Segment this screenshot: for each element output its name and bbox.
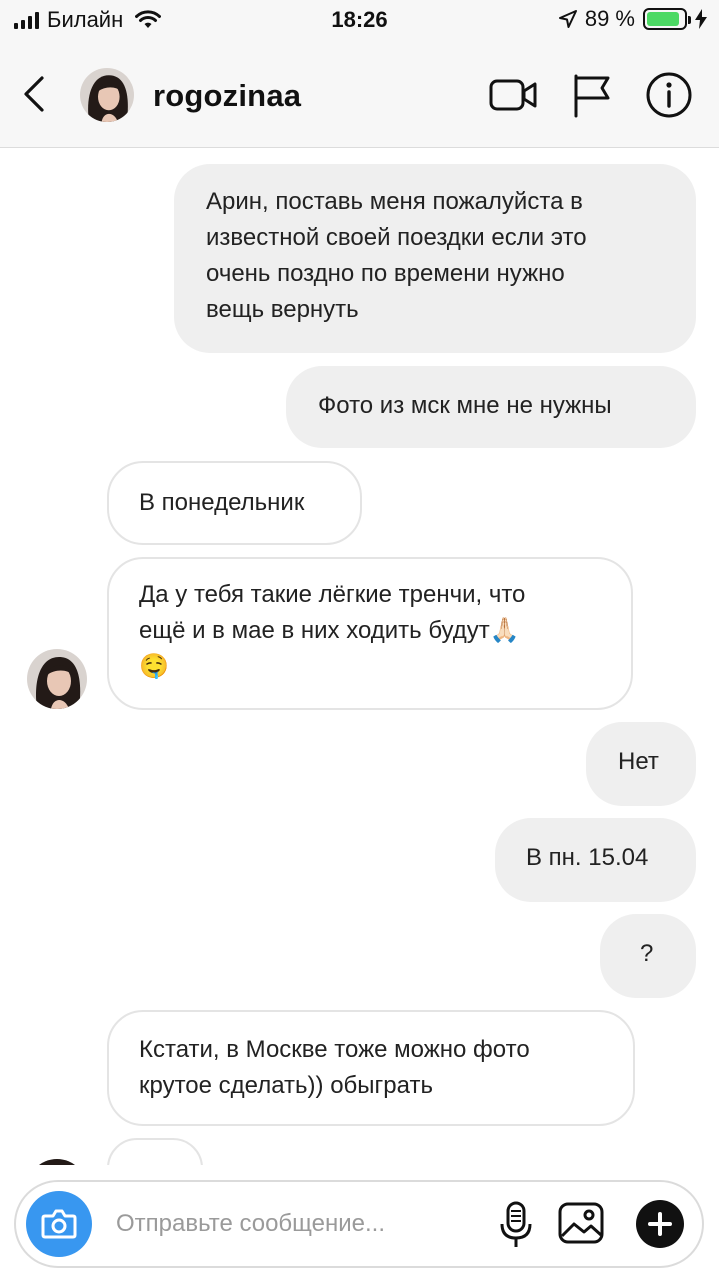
info-icon[interactable] — [644, 70, 694, 120]
chat-header: rogozinaa — [0, 40, 719, 148]
message-bubble[interactable]: Арин, поставь меня пожалуйста в известно… — [174, 164, 696, 353]
message-bubble[interactable]: Нет — [586, 722, 696, 806]
message-line: Арин, поставь меня пожалуйста в — [206, 188, 583, 215]
message-line: 🤤 — [139, 653, 169, 680]
message-input[interactable] — [116, 1206, 456, 1242]
camera-icon — [41, 1209, 77, 1239]
message-line: ещё и в мае в них ходить будут🙏🏻 — [139, 617, 520, 644]
message-line: вещь вернуть — [206, 296, 359, 323]
avatar[interactable] — [80, 68, 134, 122]
message-bubble[interactable]: Фото из мск мне не нужны — [286, 366, 696, 448]
message-thread[interactable]: Арин, поставь меня пожалуйста в известно… — [0, 149, 719, 1165]
message-line: Кстати, в Москве тоже можно фото — [139, 1036, 530, 1063]
message-bubble[interactable]: В понедельник — [107, 461, 362, 545]
message-line: известной своей поездки если это — [206, 224, 587, 251]
battery-icon — [643, 8, 691, 30]
microphone-icon[interactable] — [494, 1200, 538, 1250]
avatar[interactable] — [27, 649, 87, 709]
message-composer — [14, 1180, 704, 1268]
back-icon[interactable] — [18, 74, 52, 114]
message-bubble[interactable]: ? — [600, 914, 696, 998]
battery-percent: 89 % — [584, 6, 635, 31]
message-line: В понедельник — [139, 489, 305, 516]
plus-icon — [648, 1212, 672, 1236]
message-line: Фото из мск мне не нужны — [318, 392, 612, 419]
location-arrow-icon — [558, 10, 577, 28]
message-bubble-partial[interactable] — [107, 1138, 203, 1165]
status-right: 89 % — [558, 6, 707, 32]
message-line: крутое сделать)) обыграть — [139, 1072, 433, 1099]
gallery-icon[interactable] — [556, 1198, 606, 1248]
add-button[interactable] — [636, 1200, 684, 1248]
battery-level — [647, 12, 680, 26]
avatar — [27, 1159, 87, 1165]
message-line: В пн. 15.04 — [526, 844, 649, 871]
message-line: Да у тебя такие лёгкие тренчи, что — [139, 581, 526, 608]
video-call-icon[interactable] — [488, 70, 538, 120]
message-line: очень поздно по времени нужно — [206, 260, 565, 287]
camera-button[interactable] — [26, 1191, 92, 1257]
message-bubble[interactable]: Да у тебя такие лёгкие тренчи, что ещё и… — [107, 557, 633, 710]
chat-username[interactable]: rogozinaa — [153, 78, 301, 114]
message-bubble[interactable]: В пн. 15.04 — [495, 818, 696, 902]
flag-icon[interactable] — [568, 70, 618, 120]
message-line: ? — [640, 940, 654, 967]
status-bar: Билайн 18:26 89 % — [0, 0, 719, 40]
profile-photo — [27, 649, 87, 709]
profile-photo — [80, 68, 134, 122]
message-line: Нет — [618, 748, 659, 775]
charging-bolt-icon — [695, 9, 707, 29]
message-bubble[interactable]: Кстати, в Москве тоже можно фото крутое … — [107, 1010, 635, 1126]
